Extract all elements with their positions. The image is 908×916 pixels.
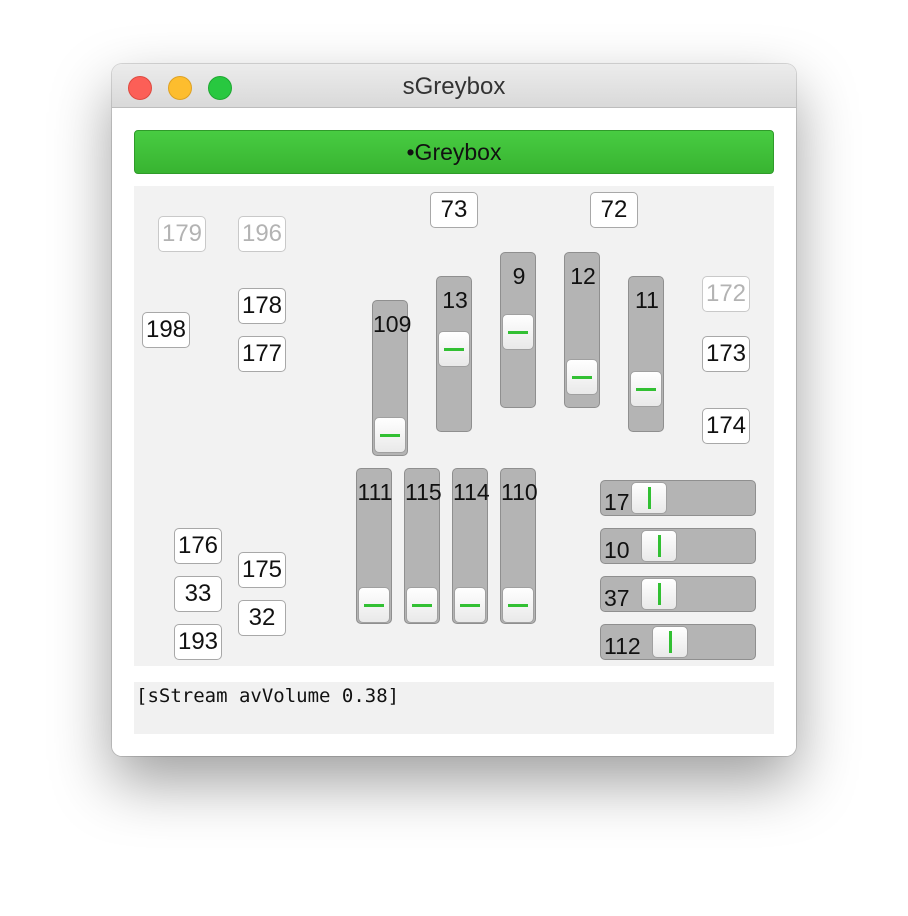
number-box-33[interactable]: 33 <box>174 576 222 612</box>
vertical-slider-12[interactable]: 12 <box>564 252 600 408</box>
horizontal-slider-10[interactable]: 10 <box>600 528 756 564</box>
number-box-176[interactable]: 176 <box>174 528 222 564</box>
slider-label: 112 <box>604 633 641 659</box>
number-box-178[interactable]: 178 <box>238 288 286 324</box>
number-box-73[interactable]: 73 <box>430 192 478 228</box>
slider-label: 11 <box>635 287 659 313</box>
slider-label: 111 <box>357 479 393 505</box>
slider-label: 10 <box>604 537 630 563</box>
vertical-slider-109[interactable]: 109 <box>372 300 412 456</box>
slider-label: 109 <box>373 311 412 337</box>
slider-knob[interactable] <box>641 530 677 562</box>
vertical-slider-110[interactable]: 110 <box>500 468 538 624</box>
slider-label: 9 <box>512 263 526 289</box>
greybox-toggle-button[interactable]: •Greybox <box>134 130 774 174</box>
slider-knob[interactable] <box>652 626 688 658</box>
vertical-slider-9[interactable]: 9 <box>500 252 536 408</box>
number-box-175[interactable]: 175 <box>238 552 286 588</box>
slider-knob[interactable] <box>374 417 406 453</box>
window-content: •Greybox 179 196 198 178 177 73 72 172 1… <box>112 108 796 756</box>
slider-knob[interactable] <box>630 371 662 407</box>
slider-knob[interactable] <box>438 331 470 367</box>
slider-knob[interactable] <box>502 314 534 350</box>
slider-knob[interactable] <box>502 587 534 623</box>
vertical-slider-115[interactable]: 115 <box>404 468 442 624</box>
number-box-179[interactable]: 179 <box>158 216 206 252</box>
slider-label: 13 <box>442 287 468 313</box>
horizontal-slider-112[interactable]: 112 <box>600 624 756 660</box>
slider-knob[interactable] <box>631 482 667 514</box>
slider-knob[interactable] <box>641 578 677 610</box>
vertical-slider-13[interactable]: 13 <box>436 276 472 432</box>
app-window: sGreybox •Greybox 179 196 198 178 177 73… <box>112 64 796 756</box>
slider-label: 110 <box>501 479 538 505</box>
number-box-172[interactable]: 172 <box>702 276 750 312</box>
slider-knob[interactable] <box>406 587 438 623</box>
number-box-196[interactable]: 196 <box>238 216 286 252</box>
vertical-slider-11[interactable]: 11 <box>628 276 664 432</box>
vertical-slider-114[interactable]: 114 <box>452 468 490 624</box>
slider-knob[interactable] <box>454 587 486 623</box>
number-box-198[interactable]: 198 <box>142 312 190 348</box>
slider-label: 114 <box>453 479 490 505</box>
window-title: sGreybox <box>402 73 506 100</box>
vertical-slider-111[interactable]: 111 <box>356 468 392 624</box>
slider-label: 115 <box>405 479 442 505</box>
slider-label: 37 <box>604 585 630 611</box>
number-box-177[interactable]: 177 <box>238 336 286 372</box>
number-box-72[interactable]: 72 <box>590 192 638 228</box>
horizontal-slider-37[interactable]: 37 <box>600 576 756 612</box>
controls-panel: 179 196 198 178 177 73 72 172 173 174 17… <box>134 186 774 666</box>
title-bar[interactable]: sGreybox <box>112 64 796 108</box>
slider-knob[interactable] <box>358 587 390 623</box>
slider-label: 12 <box>570 263 596 289</box>
horizontal-slider-17[interactable]: 17 <box>600 480 756 516</box>
post-window-text: [sStream avVolume 0.38] <box>134 682 774 734</box>
slider-knob[interactable] <box>566 359 598 395</box>
slider-label: 17 <box>604 489 630 515</box>
number-box-32[interactable]: 32 <box>238 600 286 636</box>
number-box-173[interactable]: 173 <box>702 336 750 372</box>
number-box-174[interactable]: 174 <box>702 408 750 444</box>
number-box-193[interactable]: 193 <box>174 624 222 660</box>
